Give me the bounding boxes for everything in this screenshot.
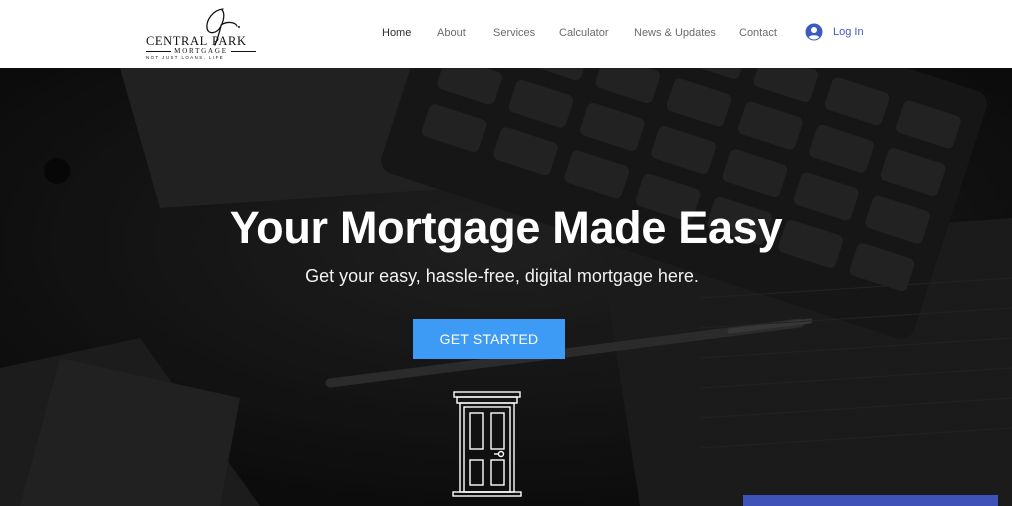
- logo-tagline: NOT JUST LOANS, LIFE: [146, 55, 225, 60]
- site-header: CENTRAL PARK MORTGAGE NOT JUST LOANS, LI…: [0, 0, 1012, 68]
- hero-subtitle: Get your easy, hassle-free, digital mort…: [305, 266, 699, 286]
- nav-item-contact[interactable]: Contact: [739, 25, 777, 41]
- user-avatar-icon: [805, 23, 823, 41]
- nav-item-about[interactable]: About: [437, 25, 466, 41]
- hero-title: Your Mortgage Made Easy: [229, 202, 783, 253]
- get-started-button[interactable]: GET STARTED: [413, 319, 565, 359]
- door-icon: [452, 391, 522, 497]
- hero-section: Your Mortgage Made Easy Get your easy, h…: [0, 68, 1012, 506]
- login-button[interactable]: Log In: [805, 22, 864, 42]
- brand-logo[interactable]: CENTRAL PARK MORTGAGE NOT JUST LOANS, LI…: [143, 6, 259, 62]
- logo-word-mortgage: MORTGAGE: [174, 47, 228, 55]
- logo-rule-right: [230, 50, 256, 52]
- login-label: Log In: [833, 26, 864, 38]
- nav-item-news-updates[interactable]: News & Updates: [634, 25, 716, 41]
- nav-item-home[interactable]: Home: [382, 25, 411, 41]
- nav-item-calculator[interactable]: Calculator: [559, 25, 609, 41]
- nav-item-services[interactable]: Services: [493, 25, 535, 41]
- logo-rule-left: [146, 50, 172, 52]
- floating-panel-edge: [743, 495, 998, 506]
- logo-mortgage-row: MORTGAGE: [146, 47, 256, 55]
